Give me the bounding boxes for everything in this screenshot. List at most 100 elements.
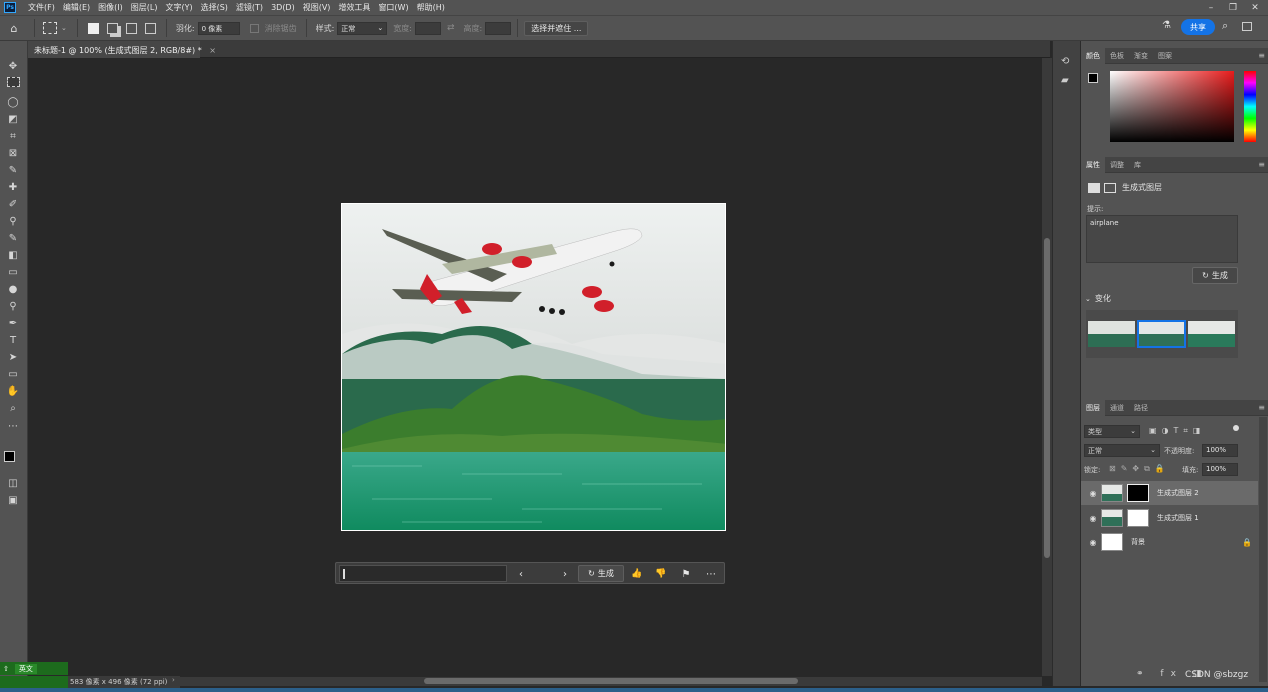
menu-file[interactable]: 文件(F) [24, 2, 59, 13]
eyedropper-icon[interactable]: ✎ [6, 163, 20, 177]
vertical-scrollbar[interactable] [1042, 58, 1052, 676]
menu-layer[interactable]: 图层(L) [127, 2, 162, 13]
generate-button[interactable]: ↻ 生成 [578, 565, 624, 582]
stamp-tool-icon[interactable]: ⚲ [6, 214, 20, 228]
ime-toolbar[interactable] [0, 676, 68, 688]
subtract-selection-icon[interactable] [125, 22, 137, 34]
healing-brush-icon[interactable]: ✚ [6, 180, 20, 194]
tab-adjustments[interactable]: 调整 [1105, 160, 1129, 170]
swap-dimensions-icon[interactable]: ⇄ [447, 23, 455, 33]
history-brush-icon[interactable]: ✎ [6, 231, 20, 245]
tab-gradients[interactable]: 渐变 [1129, 51, 1153, 61]
tab-paths[interactable]: 路径 [1129, 403, 1153, 413]
antialias-checkbox[interactable] [249, 23, 259, 33]
menu-window[interactable]: 窗口(W) [374, 2, 412, 13]
tab-libraries[interactable]: 库 [1129, 160, 1146, 170]
comments-panel-icon[interactable]: ▰ [1061, 75, 1069, 86]
menu-image[interactable]: 图像(I) [94, 2, 127, 13]
quick-mask-icon[interactable]: ◫ [6, 476, 20, 490]
variation-thumb[interactable] [1088, 321, 1135, 347]
visibility-eye-icon[interactable]: ◉ [1085, 489, 1101, 498]
new-selection-icon[interactable] [87, 22, 99, 34]
variation-thumb-selected[interactable] [1137, 320, 1186, 348]
foreground-color-swatch[interactable] [1088, 73, 1098, 83]
color-picker-field[interactable] [1110, 71, 1234, 142]
minimize-icon[interactable]: – [1200, 0, 1222, 15]
opacity-input[interactable]: 100% [1202, 444, 1238, 457]
prompt-textarea[interactable]: airplane [1086, 215, 1238, 263]
menu-plugins[interactable]: 增效工具 [334, 2, 374, 13]
layer-filter-icons[interactable]: ▣◑T⌗◨ [1149, 426, 1206, 436]
home-icon[interactable]: ⌂ [0, 22, 28, 35]
feather-input[interactable]: 0 像素 [197, 21, 240, 35]
menu-select[interactable]: 选择(S) [197, 2, 232, 13]
foreground-color-swatch[interactable] [4, 451, 15, 462]
scroll-thumb[interactable] [1044, 238, 1050, 558]
panel-menu-icon[interactable]: ≡ [1258, 51, 1265, 60]
hue-slider[interactable] [1244, 71, 1256, 142]
blend-mode-select[interactable]: 正常 ⌄ [1084, 444, 1160, 457]
gradient-tool-icon[interactable]: ▭ [6, 265, 20, 279]
crop-tool-icon[interactable]: ⌗ [6, 129, 20, 143]
thumbs-down-icon[interactable]: 👎 [654, 567, 668, 581]
report-flag-icon[interactable]: ⚑ [679, 567, 693, 581]
thumbs-up-icon[interactable]: 👍 [630, 567, 644, 581]
workspace-icon[interactable] [1242, 22, 1252, 31]
marquee-tool-icon[interactable] [7, 77, 20, 87]
learn-flask-icon[interactable]: ⚗ [1162, 20, 1171, 31]
document-image[interactable] [341, 203, 726, 531]
properties-generate-button[interactable]: ↻ 生成 [1192, 267, 1238, 284]
hand-tool-icon[interactable]: ✋ [6, 384, 20, 398]
menu-filter[interactable]: 滤镜(T) [232, 2, 267, 13]
next-variation-icon[interactable]: › [558, 567, 572, 581]
menu-type[interactable]: 文字(Y) [161, 2, 196, 13]
tab-channels[interactable]: 通道 [1105, 403, 1129, 413]
tab-properties[interactable]: 属性 [1081, 156, 1105, 173]
panel-menu-icon[interactable]: ≡ [1258, 160, 1265, 169]
more-options-icon[interactable]: ⋯ [704, 567, 718, 581]
tab-patterns[interactable]: 图案 [1153, 51, 1177, 61]
width-input[interactable] [414, 21, 441, 35]
close-window-icon[interactable]: ✕ [1244, 0, 1266, 15]
visibility-eye-icon[interactable]: ◉ [1085, 538, 1101, 547]
panel-menu-icon[interactable]: ≡ [1258, 403, 1265, 412]
select-and-mask-button[interactable]: 选择并遮住 ... [524, 20, 589, 36]
share-button[interactable]: 共享 [1181, 19, 1215, 35]
eraser-tool-icon[interactable]: ◧ [6, 248, 20, 262]
document-tab[interactable]: 未标题-1 @ 100% (生成式图层 2, RGB/8#) * × [28, 41, 216, 58]
close-tab-icon[interactable]: × [209, 46, 216, 55]
restore-icon[interactable]: ❐ [1222, 0, 1244, 15]
marquee-preset-icon[interactable] [43, 22, 57, 34]
menu-edit[interactable]: 编辑(E) [59, 2, 94, 13]
intersect-selection-icon[interactable] [144, 22, 156, 34]
move-tool-icon[interactable]: ✥ [6, 59, 20, 73]
layer-row-generative-1[interactable]: ◉ 生成式图层 1 [1081, 506, 1258, 530]
more-tools-icon[interactable]: ⋯ [6, 419, 20, 433]
zoom-tool-icon[interactable]: ⌕ [6, 401, 20, 415]
menu-view[interactable]: 视图(V) [299, 2, 335, 13]
rectangle-tool-icon[interactable]: ▭ [6, 367, 20, 381]
height-input[interactable] [485, 21, 512, 35]
chevron-down-icon[interactable]: ⌄ [61, 24, 67, 32]
visibility-eye-icon[interactable]: ◉ [1085, 514, 1101, 523]
tab-swatches[interactable]: 色板 [1105, 51, 1129, 61]
lasso-tool-icon[interactable]: ◯ [6, 95, 20, 109]
filter-toggle-icon[interactable] [1233, 425, 1239, 431]
chevron-right-icon[interactable]: › [172, 676, 175, 684]
fill-input[interactable]: 100% [1202, 463, 1238, 476]
variations-header[interactable]: ⌄ 变化 [1085, 293, 1111, 304]
blur-tool-icon[interactable]: ● [6, 282, 20, 296]
object-selection-icon[interactable]: ◩ [6, 112, 20, 126]
layers-scrollbar[interactable] [1259, 417, 1267, 682]
path-selection-icon[interactable]: ➤ [6, 350, 20, 364]
screen-mode-icon[interactable]: ▣ [6, 493, 20, 507]
search-icon[interactable]: ⌕ [1222, 19, 1228, 33]
pen-tool-icon[interactable]: ✒ [6, 316, 20, 330]
type-tool-icon[interactable]: T [6, 333, 20, 347]
ime-indicator[interactable]: ⇧ 英文 [0, 662, 68, 675]
scroll-thumb[interactable] [424, 678, 798, 684]
layer-filter-select[interactable]: 类型 ⌄ [1084, 425, 1140, 438]
layer-row-background[interactable]: ◉ 背景 🔒 [1081, 530, 1258, 554]
tab-color[interactable]: 颜色 [1081, 47, 1105, 64]
menu-help[interactable]: 帮助(H) [413, 2, 449, 13]
